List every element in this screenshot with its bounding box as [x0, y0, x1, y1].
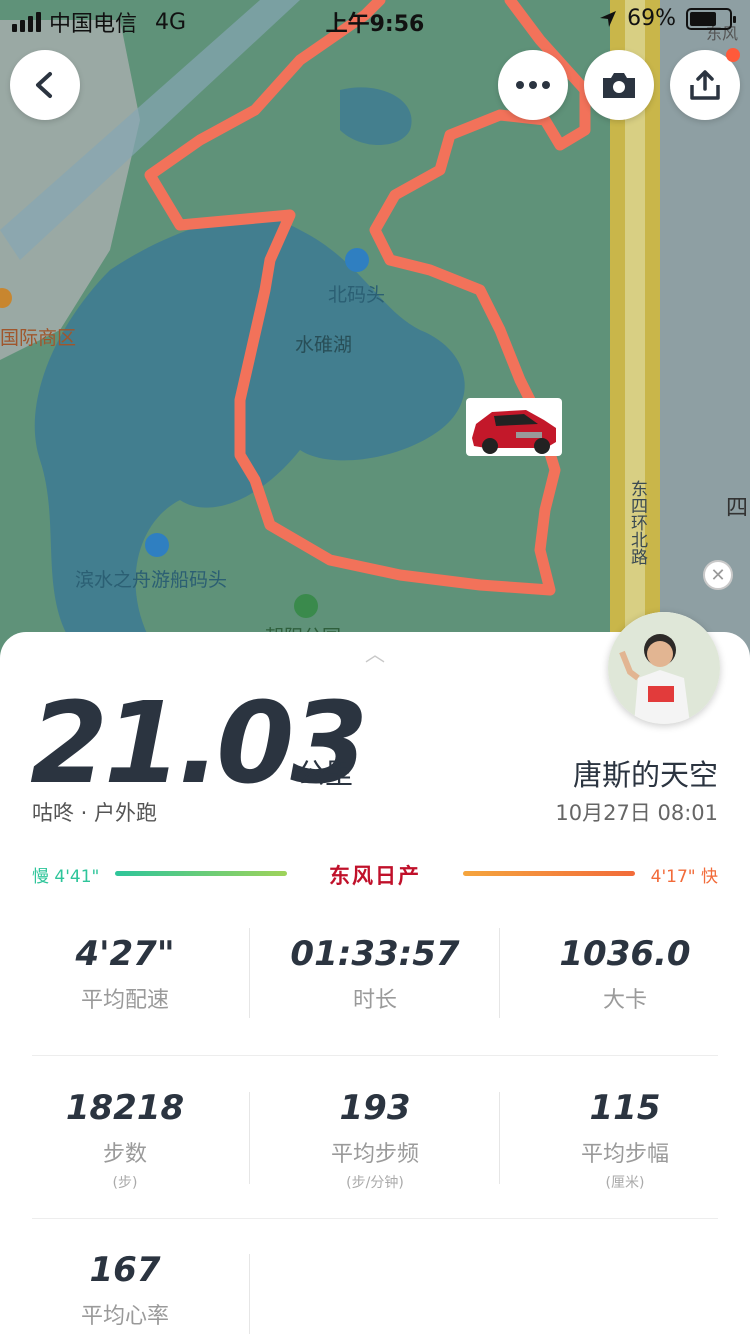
distance-unit: 公里 — [297, 757, 354, 790]
status-bar: 中国电信 4G 上午9:56 69% — [0, 0, 750, 40]
map-label-pier-north: 北码头 — [328, 284, 386, 306]
avatar-photo — [608, 612, 720, 724]
map-label-intl-district: 国际商区 — [0, 327, 77, 349]
stat-label: 时长 — [352, 988, 397, 1013]
pace-fast-bar — [463, 871, 635, 876]
park-pin-icon — [294, 594, 318, 618]
stat-unit: (厘米) — [605, 1175, 645, 1191]
stat-stride: 115 平均步幅 (厘米) — [500, 1088, 750, 1192]
map-label-pier-boat: 滨水之舟游船码头 — [75, 569, 228, 591]
divider — [249, 1092, 250, 1184]
avatar[interactable] — [608, 612, 720, 724]
car-icon — [472, 410, 556, 454]
stat-value: 01:33:57 — [290, 934, 460, 974]
stat-label: 步数 — [102, 1142, 147, 1167]
pier-north-pin-icon — [345, 248, 369, 272]
stat-label: 平均心率 — [80, 1304, 169, 1329]
map-label-road: 东四环北路 — [627, 480, 647, 565]
run-type: 咕咚 · 户外跑 — [32, 801, 158, 825]
stat-value: 18218 — [65, 1088, 185, 1128]
camera-icon — [603, 73, 635, 98]
stat-unit: (步/分钟) — [346, 1175, 404, 1191]
divider — [32, 1218, 718, 1219]
run-datetime: 10月27日 08:01 — [555, 801, 718, 825]
stat-steps: 18218 步数 (步) — [0, 1088, 250, 1192]
battery-percent: 69% — [627, 6, 676, 31]
stat-heart-rate: 167 平均心率 — [0, 1250, 250, 1330]
stat-value: 167 — [89, 1250, 161, 1290]
chevron-left-icon — [36, 72, 52, 98]
map-label-edge: 四 — [726, 496, 749, 521]
location-arrow-icon — [600, 10, 617, 27]
stat-unit: (步) — [112, 1175, 138, 1191]
back-button[interactable] — [10, 50, 80, 120]
stat-label: 平均步幅 — [580, 1142, 669, 1167]
close-ad-button[interactable]: ✕ — [703, 560, 733, 590]
ellipsis-icon — [516, 81, 550, 89]
user-name[interactable]: 唐斯的天空 — [573, 752, 718, 794]
divider — [499, 1092, 500, 1184]
stat-calories: 1036.0 大卡 — [500, 934, 750, 1014]
sponsor-car-image[interactable] — [466, 398, 562, 456]
brand-logo[interactable]: 东风日产 — [0, 860, 750, 890]
stat-avg-pace: 4'27" 平均配速 — [0, 934, 250, 1014]
battery-icon — [686, 7, 736, 30]
stat-value: 1036.0 — [559, 934, 691, 974]
stat-label: 平均步频 — [330, 1142, 419, 1167]
divider — [32, 1055, 718, 1056]
stat-value: 4'27" — [75, 934, 175, 974]
close-icon: ✕ — [710, 564, 726, 586]
divider — [499, 928, 500, 1018]
notification-dot — [726, 48, 740, 62]
stat-value: 193 — [339, 1088, 411, 1128]
pier-boat-pin-icon — [145, 533, 169, 557]
share-icon — [690, 70, 720, 100]
map-label-lake: 水碓湖 — [295, 334, 353, 356]
more-button[interactable] — [498, 50, 568, 120]
stat-duration: 01:33:57 时长 — [250, 934, 500, 1014]
divider — [249, 1254, 250, 1334]
stat-value: 115 — [589, 1088, 661, 1128]
pace-fast-label: 4'17" 快 — [650, 867, 718, 887]
stat-label: 平均配速 — [80, 988, 169, 1013]
stat-cadence: 193 平均步频 (步/分钟) — [250, 1088, 500, 1192]
camera-button[interactable] — [584, 50, 654, 120]
stat-label: 大卡 — [602, 988, 647, 1013]
divider — [249, 928, 250, 1018]
